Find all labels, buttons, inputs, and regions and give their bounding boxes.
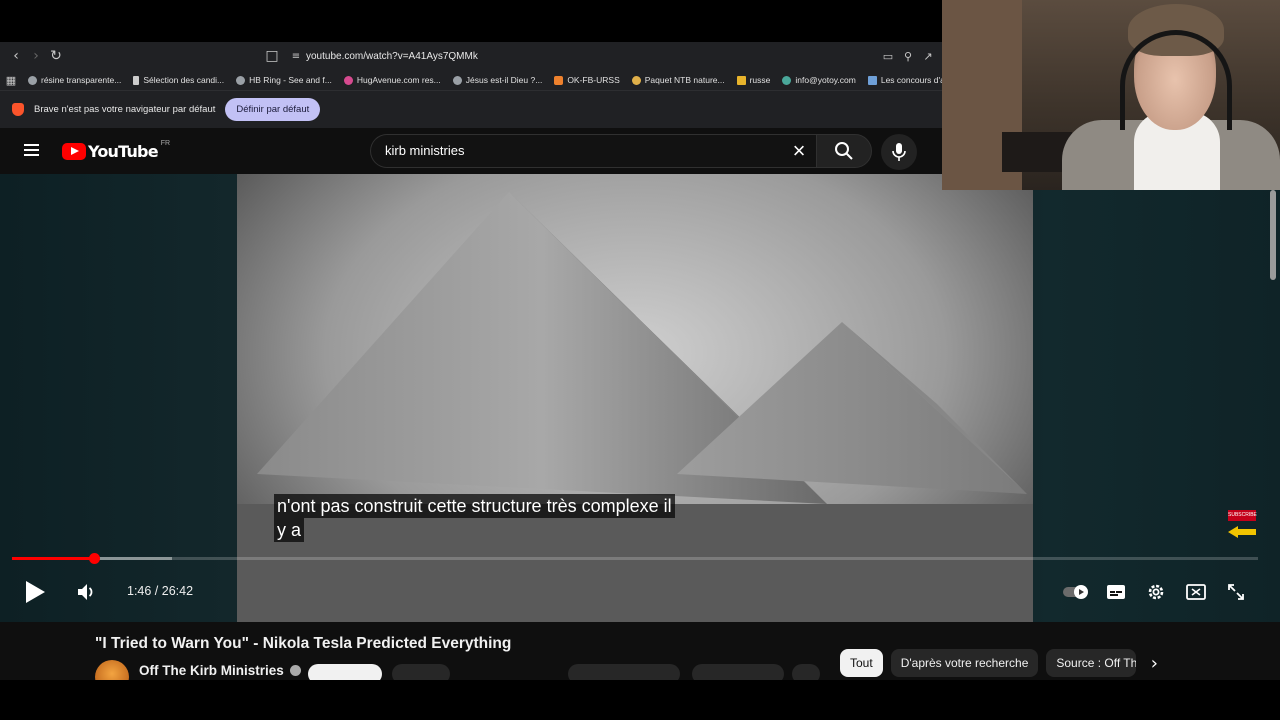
forward-icon[interactable]: › <box>26 46 46 66</box>
channel-name[interactable]: Off The Kirb Ministries <box>139 663 284 678</box>
bookmark-item[interactable]: Sélection des candi... <box>133 75 224 85</box>
site-info-icon[interactable]: ≡ <box>286 46 306 66</box>
reload-icon[interactable]: ↻ <box>46 46 66 66</box>
chip-from-search[interactable]: D'après votre recherche <box>890 649 1039 677</box>
play-icon <box>26 581 45 603</box>
address-bar-url[interactable]: youtube.com/watch?v=A41Ays7QMMk <box>306 51 478 62</box>
ok-logo-icon <box>554 75 564 85</box>
youtube-logo[interactable]: YouTube FR <box>62 140 171 161</box>
pyramids-image <box>237 192 1033 622</box>
zoom-icon[interactable]: ⚲ <box>898 46 918 66</box>
brave-lion-icon <box>12 103 24 116</box>
captions-icon <box>1107 585 1125 599</box>
shield-icon <box>782 75 792 85</box>
play-button[interactable] <box>22 579 48 605</box>
volume-button[interactable] <box>74 581 100 603</box>
region-code: FR <box>160 140 171 147</box>
scrubber-handle[interactable] <box>89 553 100 564</box>
bookmark-item[interactable]: Les concours d'aute... <box>867 75 942 85</box>
bookmark-item[interactable]: Jésus est-il Dieu ?... <box>452 75 542 85</box>
globe-icon <box>236 75 246 85</box>
leaf-icon <box>631 75 641 85</box>
search-box: × <box>370 134 816 168</box>
default-browser-infobar: Brave n'est pas votre navigateur par déf… <box>0 90 942 128</box>
folder-icon <box>736 75 746 85</box>
channel-row: Off The Kirb Ministries <box>95 660 301 694</box>
taskbar-area <box>0 680 1280 720</box>
apps-grid-icon[interactable]: ▦ <box>6 70 16 90</box>
share-icon[interactable]: ↗ <box>918 46 938 66</box>
window-top-strip <box>0 0 942 40</box>
fullscreen-button[interactable] <box>1224 580 1248 604</box>
globe-icon <box>28 75 37 85</box>
chevron-right-icon[interactable]: › <box>1144 649 1164 677</box>
bookmark-item[interactable]: HB Ring - See and f... <box>236 75 332 85</box>
search-icon <box>835 142 853 160</box>
autoplay-toggle[interactable] <box>1061 582 1091 602</box>
gear-icon <box>1148 584 1164 600</box>
bookmark-item[interactable]: russe <box>736 75 770 85</box>
volume-icon <box>78 584 93 600</box>
bookmark-item[interactable]: Paquet NTB nature... <box>631 75 725 85</box>
document-icon <box>133 75 140 85</box>
captions-button[interactable] <box>1104 581 1128 603</box>
heart-icon <box>343 75 353 85</box>
infobar-message: Brave n'est pas votre navigateur par déf… <box>34 104 216 115</box>
page-scrollbar[interactable] <box>1270 190 1276 280</box>
search-input[interactable] <box>385 143 765 158</box>
youtube-header: YouTube FR × <box>0 128 942 174</box>
subscribe-watermark[interactable]: SUBSCRIBE <box>1228 510 1257 540</box>
bookmark-item[interactable]: info@yotoy.com <box>782 75 856 85</box>
set-default-button[interactable]: Définir par défaut <box>225 98 321 121</box>
menu-icon[interactable] <box>24 144 39 156</box>
globe-icon <box>452 75 462 85</box>
webcam-overlay <box>942 0 1280 190</box>
youtube-play-icon <box>62 143 86 160</box>
bookmark-icon[interactable]: □ <box>262 46 282 66</box>
chip-all[interactable]: Tout <box>840 649 883 677</box>
video-player[interactable] <box>0 174 1280 622</box>
bookmark-item[interactable]: HugAvenue.com res... <box>343 75 441 85</box>
video-title: "I Tried to Warn You" - Nikola Tesla Pre… <box>95 635 512 652</box>
video-frame[interactable] <box>237 174 1033 622</box>
headset-icon <box>1120 30 1232 130</box>
played-bar <box>12 557 94 560</box>
time-display: 1:46 / 26:42 <box>127 584 194 598</box>
image-icon <box>867 75 877 85</box>
cast-icon[interactable]: ▭ <box>878 46 898 66</box>
back-icon[interactable]: ‹ <box>6 46 26 66</box>
browser-toolbar: ‹ › ↻ □ ≡ youtube.com/watch?v=A41Ays7QMM… <box>0 42 942 70</box>
chip-source[interactable]: Source : Off The Kirb Ministries <box>1046 649 1137 677</box>
search-button[interactable] <box>816 134 872 168</box>
verified-icon <box>289 664 301 676</box>
settings-button[interactable] <box>1144 580 1168 604</box>
microphone-icon <box>892 143 906 161</box>
related-chips: Tout D'après votre recherche Source : Of… <box>840 649 1164 677</box>
clear-search-icon[interactable]: × <box>786 138 812 164</box>
voice-search-button[interactable] <box>881 134 917 170</box>
arrow-left-icon <box>1228 526 1256 538</box>
toggle-icon <box>1063 585 1088 599</box>
bookmarks-bar: ▦ résine transparente... Sélection des c… <box>0 70 942 90</box>
bookmark-item[interactable]: OK-FB-URSS <box>554 75 620 85</box>
expand-icon <box>1228 584 1244 600</box>
progress-bar[interactable] <box>12 553 1258 564</box>
miniplayer-button[interactable] <box>1184 581 1208 603</box>
bookmark-item[interactable]: résine transparente... <box>28 75 121 85</box>
caption-text: n'ont pas construit cette structure très… <box>274 494 675 542</box>
miniplayer-icon <box>1186 584 1206 600</box>
